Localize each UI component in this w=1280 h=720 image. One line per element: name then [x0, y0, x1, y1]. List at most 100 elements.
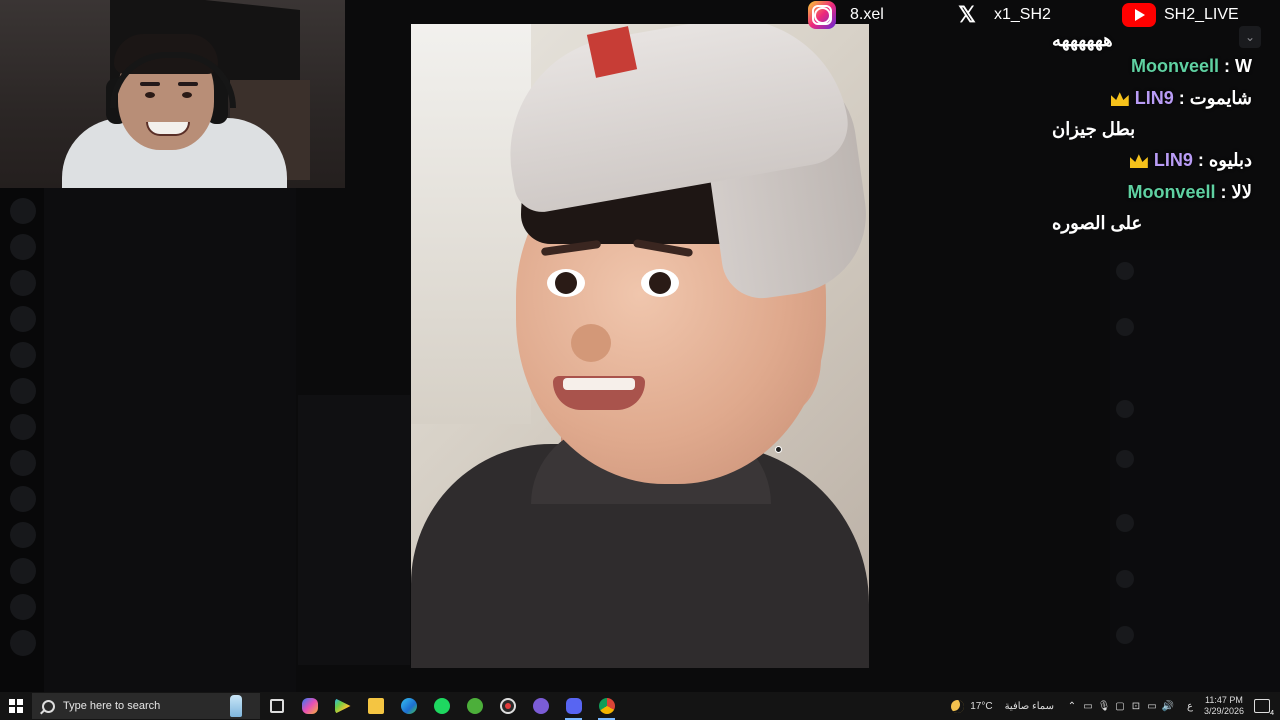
clock-date: 3/29/2026: [1203, 706, 1244, 716]
volume-icon[interactable]: 🔊: [1160, 701, 1176, 712]
chat-text: دبليوه: [1208, 150, 1252, 170]
weather-text: سماء صافية: [1004, 700, 1054, 712]
photo-eye: [641, 269, 679, 297]
server-icon: [10, 270, 36, 296]
chat-continuation: بطل جيزان: [1052, 119, 1136, 139]
webcam-brow: [178, 82, 198, 86]
instagram-handle: 8.xel: [808, 1, 884, 29]
chat-message: LIN9 : شايموت: [1052, 82, 1252, 114]
xbox-icon[interactable]: [458, 692, 491, 720]
recorder-icon[interactable]: [491, 692, 524, 720]
chat-username: Moonveell: [1130, 56, 1219, 76]
network-icon[interactable]: ▭: [1144, 701, 1160, 712]
chevron-up-icon[interactable]: ⌃: [1064, 701, 1080, 712]
search-placeholder: Type here to search: [63, 700, 161, 712]
chat-text: شايموت: [1189, 88, 1252, 108]
photo-background: [411, 24, 531, 424]
server-icon: [10, 594, 36, 620]
server-icon: [10, 378, 36, 404]
chat-text: لالا: [1231, 182, 1252, 202]
search-icon: [42, 699, 55, 713]
chat-message: Moonveell : لالا: [1127, 182, 1252, 202]
chrome-icon[interactable]: [590, 692, 623, 720]
copilot-icon[interactable]: [293, 692, 326, 720]
weather-widget[interactable]: 17°C سماء صافية: [951, 699, 1054, 713]
chat-continuation: على الصوره: [1052, 213, 1143, 233]
chat-username: Moonveell: [1127, 182, 1216, 202]
photo-teeth: [563, 378, 635, 390]
server-icon: [10, 630, 36, 656]
task-view-icon[interactable]: [260, 692, 293, 720]
photo-eye: [547, 269, 585, 297]
spotify-icon[interactable]: [425, 692, 458, 720]
member-avatar: [1116, 318, 1134, 336]
server-icon: [10, 342, 36, 368]
moon-icon: [951, 699, 965, 713]
cast-icon[interactable]: ⊡: [1128, 701, 1144, 712]
chat-message: LIN9 : دبليوه: [1052, 144, 1252, 176]
member-avatar: [1116, 626, 1134, 644]
play-store-icon[interactable]: [326, 692, 359, 720]
chat-text: W: [1235, 56, 1252, 76]
server-icon: [10, 234, 36, 260]
webcam-feed: [0, 0, 345, 188]
mouse-cursor: [775, 446, 782, 453]
photo-cap-stripe: [586, 26, 638, 78]
server-icon: [10, 522, 36, 548]
webcam-eye: [145, 92, 155, 98]
windows-icon: [9, 699, 23, 713]
x-label: x1_SH2: [994, 6, 1051, 23]
devices-icon[interactable]: ▭: [1080, 701, 1096, 712]
server-list: [0, 188, 44, 692]
message-area: [298, 395, 410, 665]
input-language[interactable]: ع: [1182, 701, 1198, 712]
member-avatar: [1116, 514, 1134, 532]
server-icon: [10, 486, 36, 512]
x-handle: 𝕏 x1_SH2: [954, 2, 1051, 28]
webcam-brow: [140, 82, 160, 86]
youtube-icon: [1122, 3, 1156, 27]
file-explorer-icon[interactable]: [359, 692, 392, 720]
photo-nose: [571, 324, 611, 362]
member-avatar: [1116, 262, 1134, 280]
edge-icon[interactable]: [392, 692, 425, 720]
chat-overlay: ههههههه Moonveell : W LIN9 : شايموت بطل …: [1052, 30, 1252, 238]
start-button[interactable]: [0, 692, 32, 720]
system-tray: 17°C سماء صافية ⌃ ▭ 🎙 ▢ ⊡ ▭ 🔊 ع 11:47 PM…: [951, 692, 1280, 720]
member-avatar: [1116, 450, 1134, 468]
crown-icon: [1129, 154, 1148, 169]
clock-time: 11:47 PM: [1205, 695, 1243, 705]
discord-icon[interactable]: [557, 692, 590, 720]
server-icon: [10, 450, 36, 476]
crown-icon: [1110, 92, 1129, 107]
youtube-handle: SH2_LIVE: [1122, 2, 1239, 28]
search-highlight-icon: [230, 695, 242, 717]
server-icon: [10, 306, 36, 332]
webcam-eye: [182, 92, 192, 98]
member-avatar: [1116, 400, 1134, 418]
youtube-label: SH2_LIVE: [1164, 6, 1239, 23]
weather-temp: 17°C: [970, 700, 993, 712]
app-icon[interactable]: [524, 692, 557, 720]
chat-partial-text: ههههههه: [1052, 30, 1113, 50]
server-icon: [10, 414, 36, 440]
chat-username: LIN9: [1153, 150, 1193, 170]
instagram-label: 8.xel: [850, 6, 884, 23]
chat-username: LIN9: [1134, 88, 1174, 108]
display-icon[interactable]: ▢: [1112, 701, 1128, 712]
microphone-icon[interactable]: 🎙: [1096, 701, 1112, 712]
chat-partial-line: ههههههه: [1052, 30, 1252, 50]
clock[interactable]: 11:47 PM 3/29/2026: [1204, 695, 1244, 717]
member-avatar: [1116, 570, 1134, 588]
x-logo-icon: 𝕏: [958, 2, 976, 27]
chat-message: Moonveell : W: [1130, 56, 1252, 76]
channel-list: [44, 188, 296, 692]
notification-icon[interactable]: 4: [1254, 699, 1274, 717]
member-list: [1110, 250, 1280, 692]
notification-count: 4: [1270, 710, 1274, 717]
taskbar: Type here to search 17°C سماء صافية ⌃ ▭ …: [0, 692, 1280, 720]
shared-photo[interactable]: [411, 24, 869, 668]
instagram-icon: [808, 1, 836, 29]
server-icon: [10, 198, 36, 224]
taskbar-search[interactable]: Type here to search: [32, 693, 260, 719]
